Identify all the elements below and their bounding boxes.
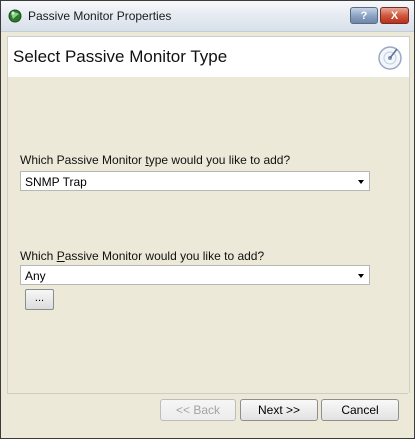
chevron-down-icon bbox=[358, 180, 364, 184]
monitor-type-value: SNMP Trap bbox=[25, 175, 87, 189]
monitor-question-label: Which Passive Monitor would you like to … bbox=[20, 249, 264, 263]
wizard-header: Select Passive Monitor Type bbox=[7, 36, 410, 78]
close-button[interactable]: X bbox=[380, 7, 409, 24]
wizard-content: Which Passive Monitor type would you lik… bbox=[7, 77, 410, 393]
app-globe-icon bbox=[8, 9, 22, 23]
type-question-label: Which Passive Monitor type would you lik… bbox=[20, 153, 290, 167]
type-label-text-end: ype would you like to add? bbox=[148, 153, 291, 167]
monitor-value: Any bbox=[25, 269, 46, 283]
monitor-dropdown[interactable]: Any bbox=[20, 265, 370, 285]
window-title: Passive Monitor Properties bbox=[28, 9, 172, 23]
monitor-label-text: Which bbox=[20, 249, 57, 263]
next-button[interactable]: Next >> bbox=[240, 399, 318, 421]
page-title: Select Passive Monitor Type bbox=[13, 47, 228, 66]
properties-dialog: Passive Monitor Properties ? X Select Pa… bbox=[0, 0, 415, 439]
monitor-label-accesskey: P bbox=[56, 249, 65, 263]
browse-button[interactable]: ... bbox=[25, 289, 54, 310]
monitor-type-dropdown[interactable]: SNMP Trap bbox=[20, 171, 370, 191]
cancel-button[interactable]: Cancel bbox=[321, 399, 399, 421]
help-button[interactable]: ? bbox=[350, 7, 378, 24]
chevron-down-icon bbox=[358, 274, 364, 278]
monitor-label-text-end: assive Monitor would you like to add? bbox=[64, 249, 265, 263]
title-bar: Passive Monitor Properties ? X bbox=[1, 1, 414, 32]
footer-divider bbox=[7, 393, 408, 394]
back-button[interactable]: << Back bbox=[160, 399, 236, 421]
type-label-text: Which Passive Monitor bbox=[20, 153, 146, 167]
monitor-disc-icon bbox=[378, 46, 402, 70]
